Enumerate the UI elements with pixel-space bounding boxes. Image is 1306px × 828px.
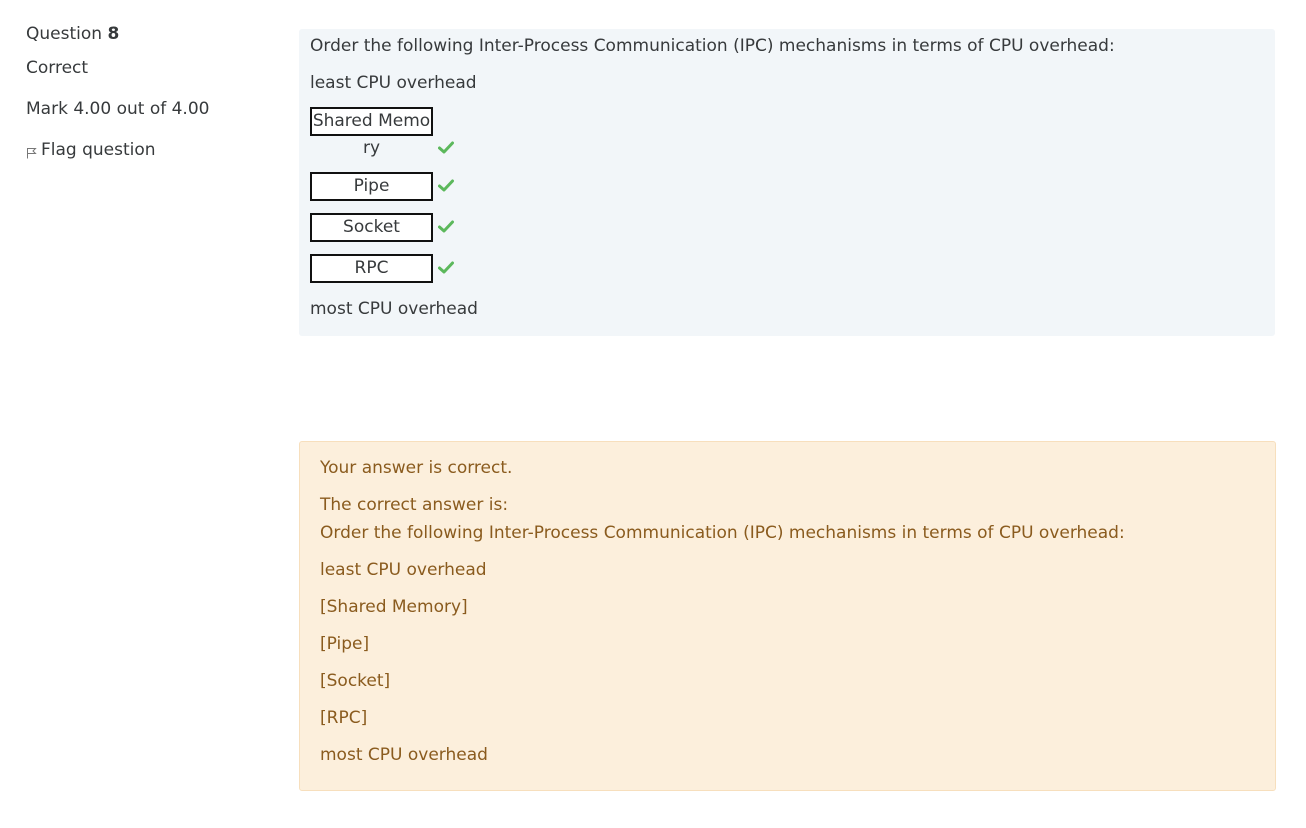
feedback-bottom-label: most CPU overhead: [320, 745, 488, 765]
checkmark-icon: [438, 261, 454, 274]
question-number: 8: [107, 24, 120, 44]
feedback-box: Your answer is correct. The correct answ…: [299, 441, 1276, 791]
feedback-item: [Socket]: [320, 671, 391, 691]
prompt-least-overhead: least CPU overhead: [310, 73, 477, 93]
flag-icon: [27, 148, 37, 159]
answer-slot-4: RPC: [310, 254, 454, 283]
question-number-heading: Question 8: [26, 22, 276, 46]
answer-slot-3: Socket: [310, 213, 454, 242]
flag-question-label: Flag question: [41, 140, 156, 160]
feedback-top-label: least CPU overhead: [320, 560, 487, 580]
feedback-item: [RPC]: [320, 708, 368, 728]
feedback-question-text: Order the following Inter-Process Commun…: [320, 523, 1125, 543]
question-grade: Mark 4.00 out of 4.00: [26, 99, 210, 119]
question-text: Order the following Inter-Process Commun…: [310, 36, 1115, 56]
drop-box-socket[interactable]: Socket: [310, 213, 433, 242]
feedback-correct-intro: The correct answer is:: [320, 495, 509, 515]
checkmark-icon: [438, 220, 454, 233]
feedback-item: [Pipe]: [320, 634, 370, 654]
drop-box-rpc[interactable]: RPC: [310, 254, 433, 283]
drop-box-shared-memory[interactable]: Shared Memo: [310, 107, 433, 136]
answer-slot-1: Shared Memo ry: [310, 107, 454, 158]
answer-slot-2: Pipe: [310, 172, 454, 201]
question-state: Correct: [26, 58, 89, 78]
prompt-most-overhead: most CPU overhead: [310, 299, 478, 319]
question-label: Question: [26, 24, 103, 44]
flag-question-link[interactable]: Flag question: [26, 138, 276, 162]
question-info: Question 8 Correct Mark 4.00 out of 4.00…: [26, 22, 276, 162]
drop-box-pipe[interactable]: Pipe: [310, 172, 433, 201]
feedback-item: [Shared Memory]: [320, 597, 468, 617]
checkmark-icon: [438, 179, 454, 192]
drop-box-overflow-text: ry: [362, 138, 381, 158]
feedback-result: Your answer is correct.: [320, 458, 513, 478]
question-formulation: Order the following Inter-Process Commun…: [299, 29, 1275, 336]
checkmark-icon: [438, 141, 454, 154]
